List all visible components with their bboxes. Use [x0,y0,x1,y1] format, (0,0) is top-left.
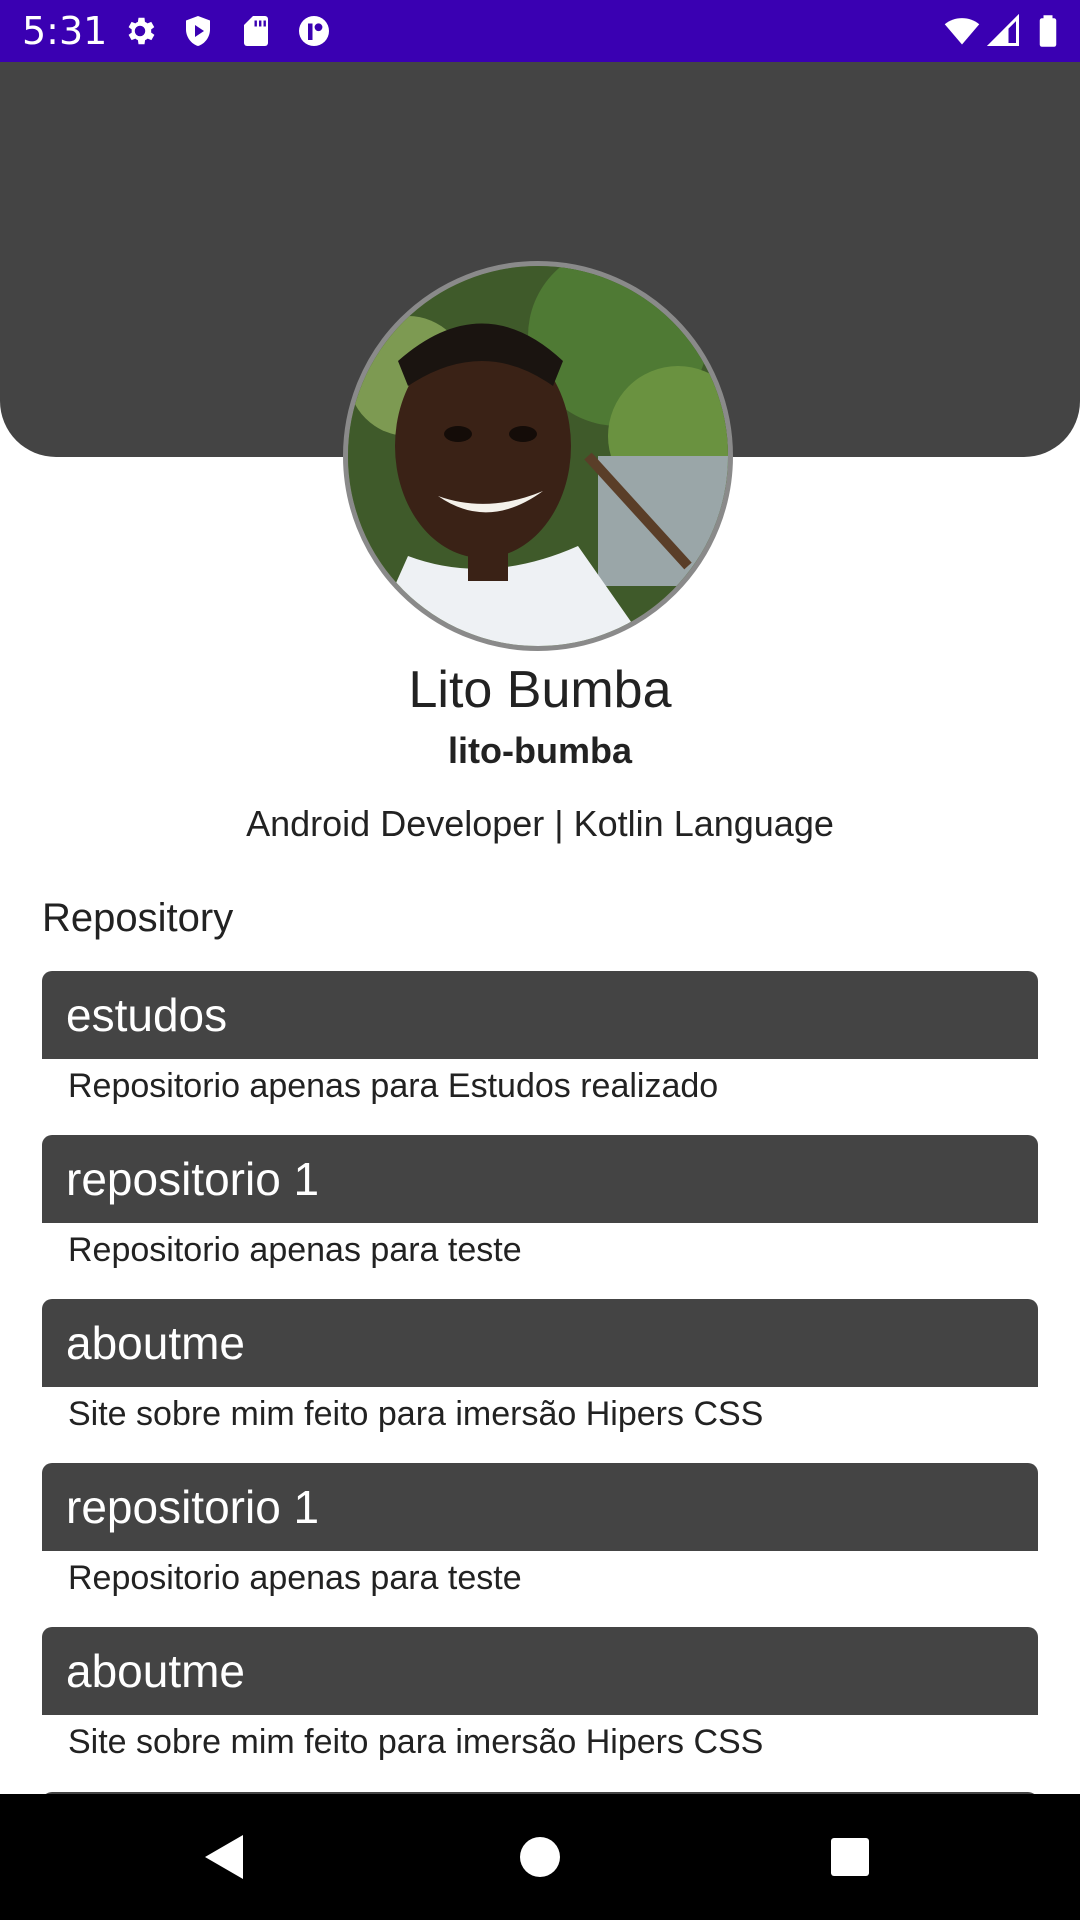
signal-icon [986,13,1022,49]
navigation-bar [0,1794,1080,1920]
back-icon[interactable] [195,1827,255,1887]
repository-description: Repositorio apenas para Estudos realizad… [68,1067,719,1105]
wifi-icon [944,13,980,49]
status-time: 5:31 [22,9,108,53]
repository-name: aboutme [42,1627,1038,1715]
play-protect-icon [180,13,216,49]
repository-item[interactable]: aboutme Site sobre mim feito para imersã… [42,1299,1038,1463]
repository-description: Repositorio apenas para teste [68,1559,522,1597]
recents-icon[interactable] [820,1827,880,1887]
repository-item[interactable]: repositorio 1 Repositorio apenas para te… [42,1135,1038,1299]
profile-bio: Android Developer | Kotlin Language [246,803,834,844]
app-notification-icon [296,13,332,49]
settings-icon [122,13,158,49]
repository-description: Site sobre mim feito para imersão Hipers… [68,1723,764,1761]
repository-description: Repositorio apenas para teste [68,1231,522,1269]
profile-login: lito-bumba [448,730,632,771]
repository-list: estudos Repositorio apenas para Estudos … [42,971,1038,1791]
battery-icon [1030,13,1066,49]
repository-item[interactable]: repositorio 1 Repositorio apenas para te… [42,1463,1038,1627]
profile-avatar [343,261,733,651]
sd-card-icon [238,13,274,49]
repository-item[interactable]: estudos Repositorio apenas para Estudos … [42,971,1038,1135]
repository-name: estudos [42,971,1038,1059]
repository-item[interactable]: aboutme Site sobre mim feito para imersã… [42,1627,1038,1791]
home-icon[interactable] [510,1827,570,1887]
profile-name: Lito Bumba [408,661,672,719]
repository-name: repositorio 1 [42,1463,1038,1551]
repository-name: aboutme [42,1299,1038,1387]
status-bar: 5:31 [0,0,1080,62]
repository-section-title: Repository [42,896,234,940]
repository-description: Site sobre mim feito para imersão Hipers… [68,1395,764,1433]
repository-name: repositorio 1 [42,1135,1038,1223]
